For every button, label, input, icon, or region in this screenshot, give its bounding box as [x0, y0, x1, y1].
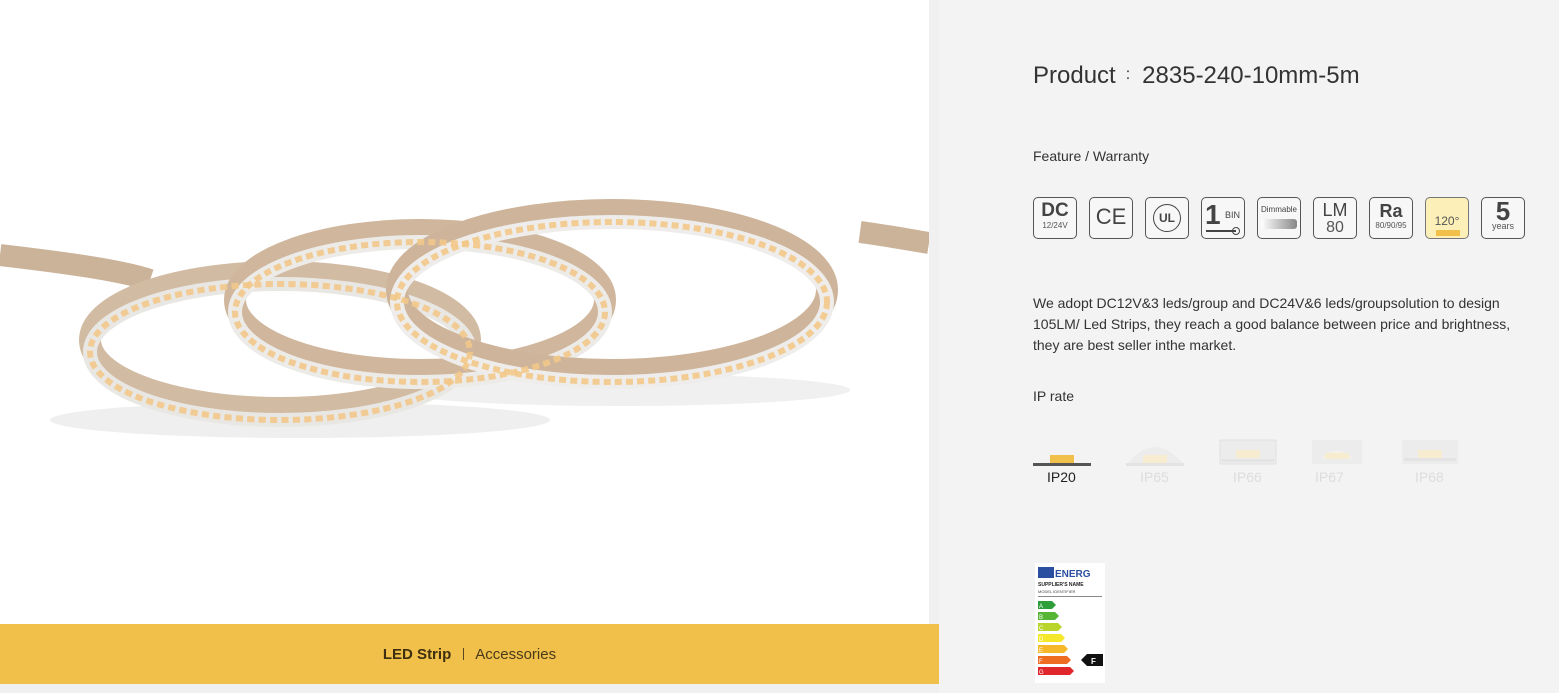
- category-accessories[interactable]: Accessories: [475, 646, 556, 663]
- dc-badge-text: DC: [1041, 200, 1069, 221]
- ip-option-label: IP20: [1047, 469, 1076, 485]
- lm-badge-value: 80: [1326, 219, 1344, 236]
- product-gallery: LED Strip Accessories: [0, 0, 939, 693]
- product-description: We adopt DC12V&3 leds/group and DC24V&6 …: [1033, 295, 1511, 353]
- energy-class-b: B: [1039, 615, 1043, 621]
- warranty-badge-text: years: [1491, 221, 1514, 231]
- dc-badge-sub: 12/24V: [1042, 221, 1068, 230]
- ip-option-label: IP66: [1233, 469, 1262, 485]
- energy-supplier: SUPPLIER'S NAME: [1038, 582, 1084, 588]
- angle-badge-text: 120°: [1434, 214, 1460, 228]
- energy-class-a: A: [1039, 604, 1043, 610]
- ip65-strip-icon: [1126, 447, 1184, 466]
- energy-brand: ENERG: [1055, 569, 1091, 580]
- ip-heading: IP rate: [1033, 388, 1074, 404]
- energy-class-e: E: [1039, 648, 1043, 654]
- product-image: [0, 0, 929, 624]
- ra-badge-text: Ra: [1379, 201, 1403, 221]
- lm-badge-text: LM: [1322, 200, 1348, 220]
- energy-class-f: F: [1039, 659, 1043, 665]
- dimmable-badge-text: Dimmable: [1260, 205, 1297, 214]
- ip-option-label: IP68: [1415, 469, 1444, 485]
- bin-badge-number: 1: [1205, 199, 1221, 230]
- category-bar: LED Strip Accessories: [0, 624, 939, 684]
- energy-class-g: G: [1039, 670, 1044, 676]
- ip20-strip-icon: [1033, 455, 1091, 466]
- product-model: 2835-240-10mm-5m: [1142, 62, 1360, 89]
- ul-badge-text: UL: [1153, 204, 1181, 232]
- warranty-icon: 5 years: [1481, 197, 1525, 239]
- product-colon: :: [1125, 66, 1131, 83]
- energy-rating: F: [1091, 657, 1096, 666]
- beam-angle-icon: 120°: [1425, 197, 1469, 239]
- ip-option-ip66[interactable]: IP66: [1219, 436, 1312, 488]
- ul-listed-icon: UL: [1145, 197, 1189, 239]
- ce-badge-text: CE: [1095, 204, 1127, 229]
- ip-option-ip67[interactable]: IP67: [1312, 436, 1402, 488]
- product-details: Product:2835-240-10mm-5m Feature / Warra…: [969, 0, 1559, 693]
- ip67-strip-icon: [1312, 440, 1362, 464]
- product-title: Product:2835-240-10mm-5m: [1033, 62, 1360, 90]
- category-led-strip[interactable]: LED Strip: [383, 646, 451, 663]
- dimmable-icon: Dimmable: [1257, 197, 1301, 239]
- energy-model: MODEL IDENTIFIER: [1038, 589, 1076, 594]
- energy-label[interactable]: ENERG SUPPLIER'S NAME MODEL IDENTIFIER A…: [1035, 563, 1105, 683]
- ip-option-ip68[interactable]: IP68: [1402, 436, 1472, 488]
- dc-voltage-icon: DC 12/24V: [1033, 197, 1077, 239]
- cri-ra-icon: Ra 80/90/95: [1369, 197, 1413, 239]
- feature-heading: Feature / Warranty: [1033, 148, 1150, 164]
- energy-class-c: C: [1039, 626, 1044, 632]
- ip-option-label: IP65: [1140, 469, 1169, 485]
- bin-badge-text: BIN: [1225, 210, 1241, 220]
- ip68-strip-icon: [1402, 440, 1458, 464]
- category-divider: [463, 648, 465, 660]
- ip-rate-options: IP20 IP65 IP66 IP67 IP68: [1033, 436, 1472, 488]
- ip66-strip-icon: [1219, 439, 1277, 465]
- ip-option-label: IP67: [1315, 469, 1344, 485]
- one-bin-icon: 1 BIN: [1201, 197, 1245, 239]
- energy-class-d: D: [1039, 637, 1044, 643]
- ip-option-ip65[interactable]: IP65: [1126, 436, 1219, 488]
- lumen-icon: LM 80: [1313, 197, 1357, 239]
- ip-option-ip20[interactable]: IP20: [1033, 436, 1126, 488]
- ra-badge-values: 80/90/95: [1375, 221, 1407, 230]
- product-label: Product: [1033, 62, 1116, 89]
- warranty-badge-number: 5: [1495, 197, 1511, 226]
- ce-mark-icon: CE: [1089, 197, 1133, 239]
- energy-label-graphic: ENERG SUPPLIER'S NAME MODEL IDENTIFIER A…: [1035, 563, 1105, 683]
- feature-badges: DC 12/24V CE UL 1 BIN Dimmable LM 80 Ra …: [1033, 197, 1525, 239]
- led-strip-photo: [0, 0, 929, 624]
